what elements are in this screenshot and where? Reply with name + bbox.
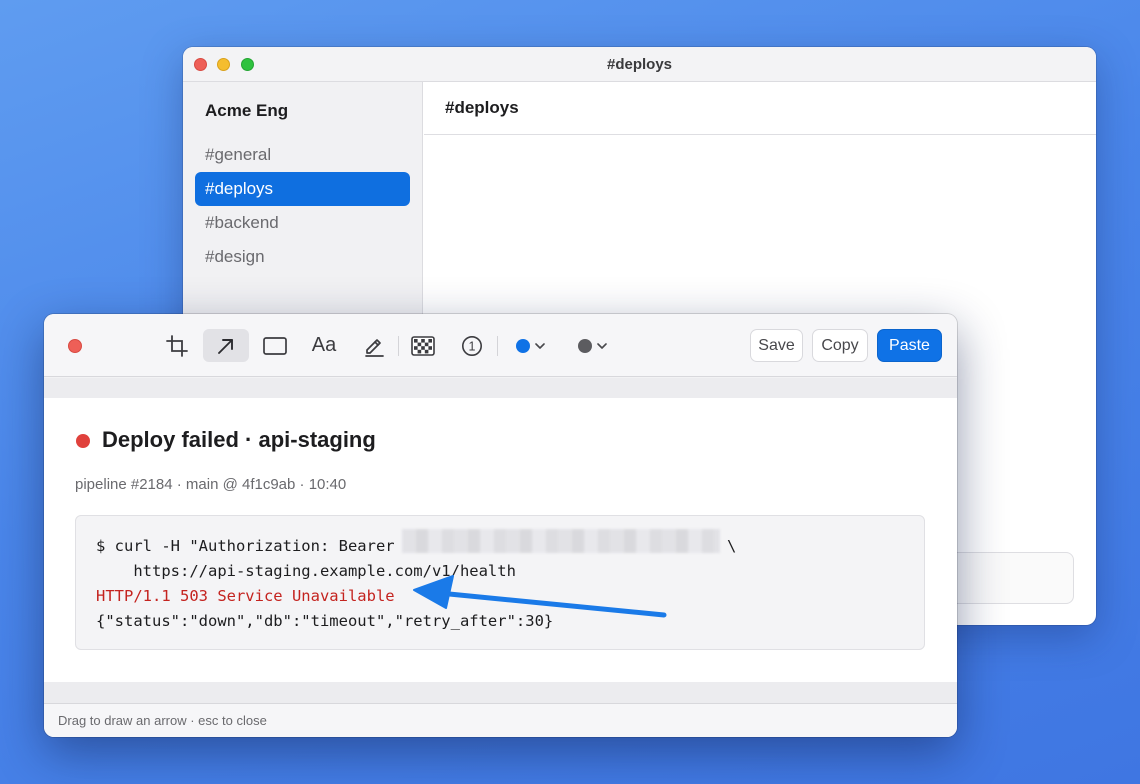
markup-toolbar: Aa 1 Save Copy Paste — [44, 314, 957, 377]
stroke-color-swatch — [516, 339, 530, 353]
arrow-icon — [218, 338, 233, 354]
sidebar-item-label: #general — [205, 145, 272, 164]
pixelate-tool[interactable] — [400, 329, 446, 362]
stroke-color-picker[interactable] — [516, 334, 560, 358]
status-bar: Drag to draw an arrow · esc to close — [44, 703, 957, 737]
arrow-tool[interactable] — [203, 329, 249, 362]
sidebar-item-deploys[interactable]: #deploys — [195, 172, 410, 206]
sidebar-item-backend[interactable]: #backend — [195, 206, 410, 240]
sidebar-item-label: #design — [205, 247, 265, 266]
fill-color-swatch — [578, 339, 592, 353]
channel-header: #deploys — [424, 82, 1096, 135]
status-hint: Drag to draw an arrow · esc to close — [58, 713, 267, 728]
text-tool[interactable]: Aa — [301, 329, 347, 362]
sidebar-item-label: #backend — [205, 213, 279, 232]
crop-icon — [166, 334, 188, 357]
screenshot-markup-window: Aa 1 Save Copy Paste Deploy failed · api… — [44, 314, 957, 737]
counter-icon: 1 — [462, 335, 482, 356]
workspace-name[interactable]: Acme Eng — [205, 101, 288, 121]
crop-tool[interactable] — [154, 329, 200, 362]
counter-label: 1 — [469, 339, 476, 353]
toolbar-divider — [497, 336, 498, 356]
text-tool-icon: Aa — [311, 334, 337, 356]
copy-button[interactable]: Copy — [812, 329, 868, 362]
counter-tool[interactable]: 1 — [449, 329, 495, 362]
pixelate-icon — [411, 335, 435, 356]
toolbar-divider — [398, 336, 399, 356]
rectangle-tool[interactable] — [252, 329, 298, 362]
fill-color-picker[interactable] — [578, 334, 622, 358]
chevron-down-icon — [597, 343, 607, 349]
sidebar-item-label: #deploys — [205, 179, 274, 198]
rectangle-icon — [263, 336, 287, 355]
close-button[interactable] — [68, 339, 82, 353]
sidebar-item-design[interactable]: #design — [195, 240, 410, 274]
channel-title: #deploys — [445, 98, 519, 117]
paste-button[interactable]: Paste — [877, 329, 942, 362]
window-title: #deploys — [606, 56, 673, 73]
sidebar-item-general[interactable]: #general — [195, 138, 410, 172]
chat-titlebar: #deploys — [183, 47, 1096, 82]
save-button[interactable]: Save — [750, 329, 803, 362]
chevron-down-icon — [535, 343, 545, 349]
annotation-canvas[interactable]: Deploy failed · api-staging pipeline #21… — [44, 398, 957, 682]
highlighter-tool[interactable] — [351, 329, 397, 362]
canvas-margin — [44, 378, 957, 398]
highlighter-icon — [365, 338, 384, 357]
canvas-margin — [44, 682, 957, 703]
annotation-arrow[interactable] — [44, 398, 957, 682]
